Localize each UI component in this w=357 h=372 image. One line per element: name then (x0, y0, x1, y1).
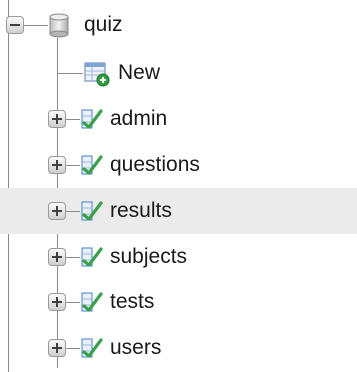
tree-connector (66, 257, 80, 258)
new-table-icon (84, 62, 110, 87)
table-name[interactable]: tests (110, 290, 154, 314)
tree-row-new[interactable]: New (0, 50, 357, 96)
tree-row-table[interactable]: admin (0, 96, 357, 142)
tree-connector (66, 119, 80, 120)
table-icon (81, 201, 103, 221)
table-icon (81, 338, 103, 358)
expand-toggle[interactable] (48, 202, 66, 220)
tree-connector (66, 211, 80, 212)
expand-toggle[interactable] (48, 293, 66, 311)
database-icon (49, 13, 69, 38)
table-name[interactable]: results (110, 199, 172, 223)
tree-row-table[interactable]: results (0, 188, 357, 234)
tree-row-table[interactable]: users (0, 325, 357, 371)
expand-toggle[interactable] (48, 339, 66, 357)
table-name[interactable]: questions (110, 153, 200, 177)
tree-connector (24, 25, 48, 26)
tree-connector (57, 73, 83, 74)
expand-toggle[interactable] (48, 156, 66, 174)
table-icon (81, 109, 103, 129)
table-name[interactable]: users (110, 336, 161, 360)
expand-toggle[interactable] (48, 248, 66, 266)
new-label[interactable]: New (118, 61, 160, 85)
tree-row-database[interactable]: quiz (0, 2, 357, 48)
tree-connector (66, 348, 80, 349)
tree-row-table[interactable]: subjects (0, 234, 357, 280)
collapse-toggle[interactable] (6, 16, 24, 34)
tree-connector (66, 165, 80, 166)
table-name[interactable]: subjects (110, 245, 187, 269)
expand-toggle[interactable] (48, 110, 66, 128)
table-icon (81, 292, 103, 312)
table-icon (81, 155, 103, 175)
table-name[interactable]: admin (110, 107, 167, 131)
tree-connector (66, 302, 80, 303)
table-icon (81, 247, 103, 267)
navigation-tree: quiz New admin questions results subjects te… (0, 0, 357, 372)
tree-row-table[interactable]: questions (0, 142, 357, 188)
tree-row-table[interactable]: tests (0, 279, 357, 325)
database-name[interactable]: quiz (84, 13, 123, 37)
